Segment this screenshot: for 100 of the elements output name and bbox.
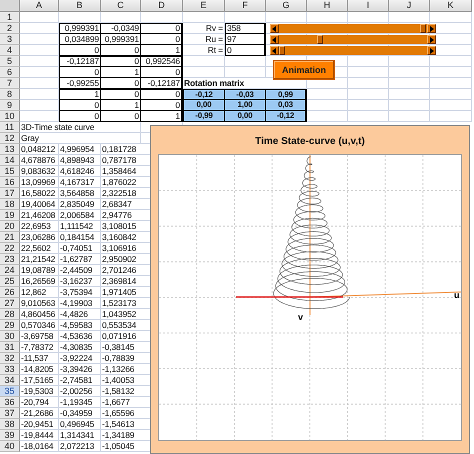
- row-header[interactable]: 39: [0, 430, 20, 441]
- table-cell: -2,00256: [59, 386, 101, 397]
- column-header[interactable]: A: [20, 0, 59, 12]
- table-cell: 16,26569: [20, 276, 59, 287]
- column-header[interactable]: C: [101, 0, 141, 12]
- row-header[interactable]: 28: [0, 309, 20, 320]
- row-header[interactable]: 21: [0, 232, 20, 243]
- table-cell: 0: [59, 100, 101, 111]
- table-cell: -4,19903: [59, 298, 101, 309]
- row-header[interactable]: 7: [0, 78, 20, 89]
- table-cell: 1: [59, 89, 101, 100]
- column-header[interactable]: I: [348, 0, 389, 12]
- table-cell: 0: [141, 23, 183, 34]
- row-header[interactable]: 20: [0, 221, 20, 232]
- row-header[interactable]: 36: [0, 397, 20, 408]
- table-cell: -0,99: [183, 111, 225, 122]
- row-header[interactable]: 16: [0, 177, 20, 188]
- animation-button[interactable]: Animation: [273, 60, 335, 80]
- row-header[interactable]: 31: [0, 342, 20, 353]
- table-cell: 4,167317: [59, 177, 101, 188]
- table-cell: -2,74581: [59, 375, 101, 386]
- column-header[interactable]: H: [307, 0, 348, 12]
- column-header[interactable]: F: [225, 0, 266, 12]
- column-header[interactable]: J: [389, 0, 430, 12]
- table-cell: 9,083632: [20, 166, 59, 177]
- table-cell: -2,44509: [59, 265, 101, 276]
- table-cell: 1,00: [225, 100, 266, 111]
- table-cell: 22,5602: [20, 243, 59, 254]
- table-cell: -4,53636: [59, 331, 101, 342]
- row-header[interactable]: 15: [0, 166, 20, 177]
- row-header[interactable]: 30: [0, 331, 20, 342]
- row-header[interactable]: 13: [0, 144, 20, 155]
- table-cell: -0,74051: [59, 243, 101, 254]
- table-cell: 4,898943: [59, 155, 101, 166]
- row-header[interactable]: 1: [0, 12, 20, 23]
- row-header[interactable]: 24: [0, 265, 20, 276]
- row-header[interactable]: 12: [0, 133, 20, 144]
- table-cell: 1,314341: [59, 430, 101, 441]
- row-header[interactable]: 17: [0, 188, 20, 199]
- table-cell: 2,006584: [59, 210, 101, 221]
- row-header[interactable]: 22: [0, 243, 20, 254]
- table-cell: 0: [59, 67, 101, 78]
- table-cell: 4,860456: [20, 309, 59, 320]
- table-cell: 0: [101, 56, 141, 67]
- row-header[interactable]: 6: [0, 67, 20, 78]
- column-header[interactable]: K: [430, 0, 472, 12]
- table-cell: 1: [101, 67, 141, 78]
- table-cell: 4,678876: [20, 155, 59, 166]
- table-cell: 358: [225, 23, 266, 34]
- table-cell: 0,00: [183, 100, 225, 111]
- row-header[interactable]: 32: [0, 353, 20, 364]
- table-cell: -20,9451: [20, 419, 59, 430]
- row-header[interactable]: 40: [0, 441, 20, 452]
- table-cell: 0,03: [266, 100, 307, 111]
- table-cell: 4,996954: [59, 144, 101, 155]
- row-header[interactable]: 11: [0, 122, 20, 133]
- table-cell: -19,5303: [20, 386, 59, 397]
- row-header[interactable]: 8: [0, 89, 20, 100]
- row-header[interactable]: 37: [0, 408, 20, 419]
- row-header[interactable]: 26: [0, 287, 20, 298]
- row-header[interactable]: 18: [0, 199, 20, 210]
- row-header[interactable]: 33: [0, 364, 20, 375]
- table-cell: 0,999391: [59, 23, 101, 34]
- column-header[interactable]: B: [59, 0, 101, 12]
- row-header[interactable]: 10: [0, 111, 20, 122]
- row-header[interactable]: 25: [0, 276, 20, 287]
- row-header[interactable]: 5: [0, 56, 20, 67]
- table-cell: -11,537: [20, 353, 59, 364]
- table-cell: 0,184154: [59, 232, 101, 243]
- table-cell: Ru =: [183, 34, 225, 45]
- row-header[interactable]: 27: [0, 298, 20, 309]
- column-header[interactable]: E: [183, 0, 225, 12]
- table-cell: 0: [101, 111, 141, 122]
- table-cell: 21,21542: [20, 254, 59, 265]
- table-cell: 0: [225, 45, 266, 56]
- table-cell: 19,40064: [20, 199, 59, 210]
- table-cell: 16,58022: [20, 188, 59, 199]
- row-header[interactable]: 19: [0, 210, 20, 221]
- table-cell: 13,09969: [20, 177, 59, 188]
- row-header[interactable]: 14: [0, 155, 20, 166]
- table-cell: -20,794: [20, 397, 59, 408]
- table-cell: Rv =: [183, 23, 225, 34]
- row-header[interactable]: 2: [0, 23, 20, 34]
- table-cell: 0: [101, 45, 141, 56]
- row-header[interactable]: 35: [0, 386, 20, 397]
- table-cell: 0,496945: [59, 419, 101, 430]
- table-cell: -18,0164: [20, 441, 59, 452]
- row-header[interactable]: 9: [0, 100, 20, 111]
- row-header[interactable]: 38: [0, 419, 20, 430]
- table-cell: -4,4826: [59, 309, 101, 320]
- row-header[interactable]: 3: [0, 34, 20, 45]
- column-header[interactable]: D: [141, 0, 183, 12]
- table-cell: 0,034899: [59, 34, 101, 45]
- column-header[interactable]: G: [266, 0, 307, 12]
- row-header[interactable]: 23: [0, 254, 20, 265]
- table-cell: -1,19345: [59, 397, 101, 408]
- table-cell: -3,75394: [59, 287, 101, 298]
- row-header[interactable]: 34: [0, 375, 20, 386]
- row-header[interactable]: 29: [0, 320, 20, 331]
- row-header[interactable]: 4: [0, 45, 20, 56]
